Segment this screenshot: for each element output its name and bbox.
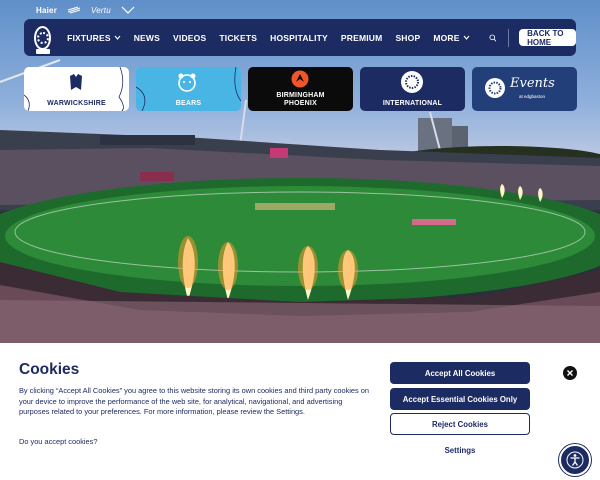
sponsor-haier: Haier [36,5,58,15]
tile-international[interactable]: INTERNATIONAL [360,67,465,111]
nav-item-videos[interactable]: VIDEOS [173,33,206,43]
tile-bears[interactable]: BEARS [136,67,241,111]
chevron-down-icon [463,35,470,40]
sponsor-emblem-icon [121,6,135,14]
nav-item-premium[interactable]: PREMIUM [341,33,383,43]
nav-item-news[interactable]: NEWS [134,33,160,43]
sponsor-strip: Haier Vertu [36,3,135,17]
cookie-question: Do you accept cookies? [19,437,98,446]
accessibility-icon[interactable] [559,444,591,476]
tile-label: INTERNATIONAL [382,99,443,107]
nav-item-shop[interactable]: SHOP [395,33,420,43]
close-icon[interactable] [563,366,577,380]
tile-birmingham-phoenix[interactable]: BIRMINGHAM PHOENIX [248,67,353,111]
accept-essential-cookies-button[interactable]: Accept Essential Cookies Only [390,388,530,410]
nav-item-hospitality[interactable]: HOSPITALITY [270,33,328,43]
nav-menu: FIXTURES NEWS VIDEOS TICKETS HOSPITALITY… [67,33,483,43]
cookie-settings-button[interactable]: Settings [390,439,530,461]
reject-cookies-button[interactable]: Reject Cookies [390,413,530,435]
chevron-down-icon [114,35,121,40]
cookie-banner: Cookies By clicking “Accept All Cookies”… [0,343,600,480]
sponsor-vertu: Vertu [91,5,111,15]
tile-label: WARWICKSHIRE [47,99,106,107]
tile-events[interactable]: Events at edgbaston [472,67,577,111]
nav-item-fixtures[interactable]: FIXTURES [67,33,121,43]
events-subtitle: at edgbaston [519,94,546,99]
edgbaston-badge-icon [401,71,423,93]
tile-label: BIRMINGHAM PHOENIX [276,92,325,107]
back-to-home-button[interactable]: BACK TO HOME [519,29,577,47]
accept-all-cookies-button[interactable]: Accept All Cookies [390,362,530,384]
nav-divider [508,28,510,47]
nav-item-tickets[interactable]: TICKETS [219,33,257,43]
cookie-description: By clicking “Accept All Cookies” you agr… [19,386,369,417]
tile-warwickshire[interactable]: WARWICKSHIRE [24,67,129,111]
search-icon[interactable] [489,32,497,44]
edgbaston-logo-icon[interactable] [34,25,52,54]
cookie-title: Cookies [19,361,80,378]
phoenix-icon [291,70,309,88]
nav-item-more[interactable]: MORE [433,33,470,43]
events-script-title: Events [510,76,555,91]
edgbaston-badge-icon [485,78,505,98]
tile-label: BEARS [175,99,202,107]
club-tiles: WARWICKSHIRE BEARS BIRMINGHAM PHOENIX IN… [24,67,577,111]
main-navbar: FIXTURES NEWS VIDEOS TICKETS HOSPITALITY… [24,19,577,56]
sponsor-logo-icon [67,6,81,14]
